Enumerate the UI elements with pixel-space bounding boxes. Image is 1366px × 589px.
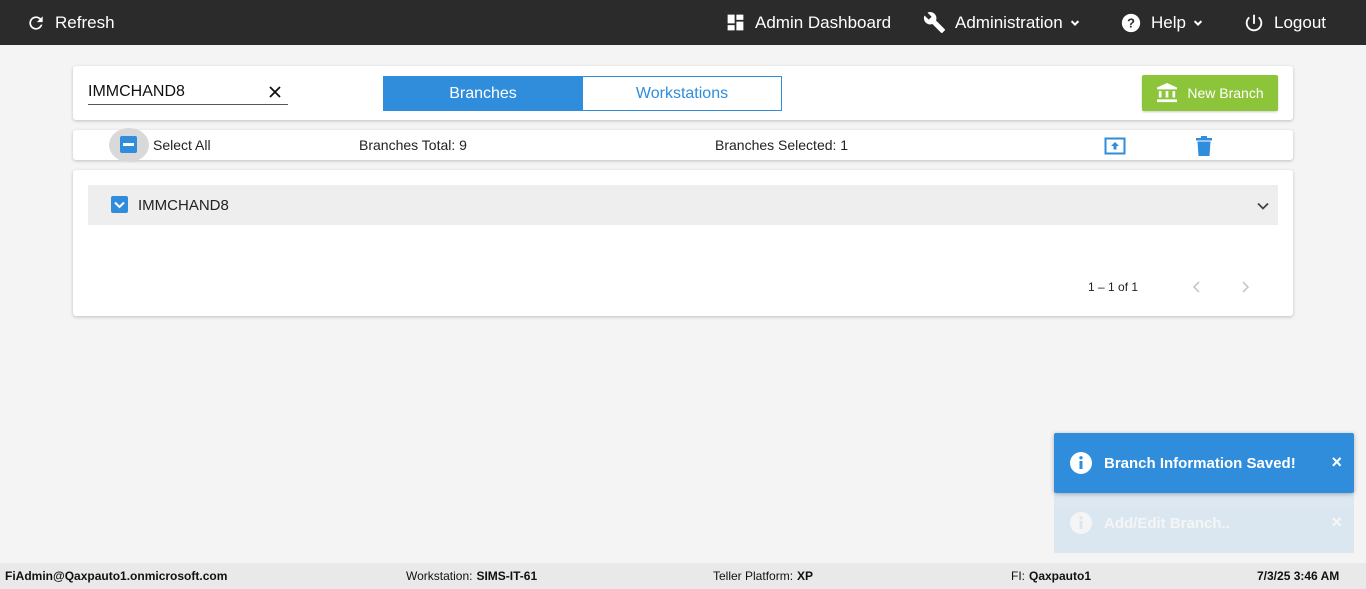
toast-message: Branch Information Saved! <box>1104 454 1296 472</box>
fi-label: FI: <box>1011 569 1025 583</box>
logout-label: Logout <box>1274 12 1326 32</box>
refresh-button[interactable]: Refresh <box>26 0 115 45</box>
top-nav-bar: Refresh Admin Dashboard Administration ?… <box>0 0 1366 45</box>
dashboard-icon <box>725 12 746 33</box>
toast-notification: Branch Information Saved! × <box>1054 433 1354 493</box>
delete-button[interactable] <box>1196 136 1212 156</box>
chevron-down-icon <box>114 201 125 208</box>
status-fi: FI: Qaxpauto1 <box>1011 563 1091 589</box>
select-all-checkbox[interactable] <box>120 136 137 153</box>
indeterminate-icon <box>123 143 134 146</box>
table-row[interactable]: IMMCHAND8 <box>88 185 1278 225</box>
power-icon <box>1243 12 1265 34</box>
upload-icon <box>1104 137 1126 155</box>
admin-dashboard-label: Admin Dashboard <box>755 12 892 32</box>
chevron-down-icon <box>1191 16 1205 30</box>
next-page-button[interactable] <box>1239 280 1251 294</box>
tab-workstations[interactable]: Workstations <box>582 76 782 111</box>
teller-platform-label: Teller Platform: <box>713 569 794 583</box>
search-input[interactable] <box>88 81 263 103</box>
svg-text:?: ? <box>1127 15 1135 30</box>
workstation-value: SIMS-IT-61 <box>476 569 538 583</box>
workstation-label: Workstation: <box>406 569 473 583</box>
expand-chevron-icon[interactable] <box>1256 199 1270 213</box>
chevron-down-icon <box>1068 16 1082 30</box>
help-label: Help <box>1151 12 1186 32</box>
search-field <box>88 81 288 105</box>
toast-close-button[interactable]: × <box>1331 512 1342 532</box>
status-user: FiAdmin@Qaxpauto1.onmicrosoft.com <box>5 569 228 583</box>
toast-close-button[interactable]: × <box>1331 452 1342 472</box>
chevron-left-icon <box>1192 281 1200 293</box>
refresh-icon <box>26 13 46 33</box>
trash-icon <box>1196 136 1212 156</box>
new-branch-button[interactable]: New Branch <box>1142 75 1278 111</box>
teller-platform-value: XP <box>797 569 814 583</box>
status-workstation: Workstation: SIMS-IT-61 <box>406 563 537 589</box>
select-all-label: Select All <box>153 137 211 153</box>
help-icon: ? <box>1120 12 1142 34</box>
branch-name: IMMCHAND8 <box>138 196 229 214</box>
branch-list-card: IMMCHAND8 1 – 1 of 1 <box>73 170 1293 316</box>
help-menu[interactable]: ? Help <box>1120 0 1205 45</box>
branches-total: Branches Total: 9 <box>359 137 467 153</box>
logout-button[interactable]: Logout <box>1243 0 1326 45</box>
clear-icon[interactable] <box>268 85 282 99</box>
status-datetime: 7/3/25 3:46 AM <box>1257 569 1340 583</box>
info-icon <box>1069 511 1093 540</box>
status-teller-platform: Teller Platform: XP <box>713 563 813 589</box>
fi-value: Qaxpauto1 <box>1029 569 1092 583</box>
branches-selected: Branches Selected: 1 <box>715 137 849 153</box>
chevron-right-icon <box>1242 281 1250 293</box>
row-checkbox[interactable] <box>111 196 128 213</box>
filter-card: Branches Workstations New Branch <box>73 66 1293 120</box>
toast-notification-fading: Add/Edit Branch.. × <box>1054 493 1354 553</box>
wrench-icon <box>923 11 946 34</box>
info-icon <box>1069 451 1093 480</box>
bank-icon <box>1157 83 1178 103</box>
prev-page-button[interactable] <box>1191 280 1203 294</box>
tab-branches[interactable]: Branches <box>383 76 583 111</box>
selection-toolbar: Select All Branches Total: 9 Branches Se… <box>73 128 1293 162</box>
new-branch-label: New Branch <box>1187 85 1264 101</box>
refresh-label: Refresh <box>55 12 115 32</box>
status-bar: FiAdmin@Qaxpauto1.onmicrosoft.com Workst… <box>0 563 1366 589</box>
admin-dashboard-button[interactable]: Admin Dashboard <box>725 0 891 45</box>
toast-message: Add/Edit Branch.. <box>1104 514 1230 532</box>
pagination-range: 1 – 1 of 1 <box>1088 280 1139 294</box>
export-button[interactable] <box>1104 136 1126 156</box>
administration-menu[interactable]: Administration <box>923 0 1082 45</box>
administration-label: Administration <box>955 12 1063 32</box>
